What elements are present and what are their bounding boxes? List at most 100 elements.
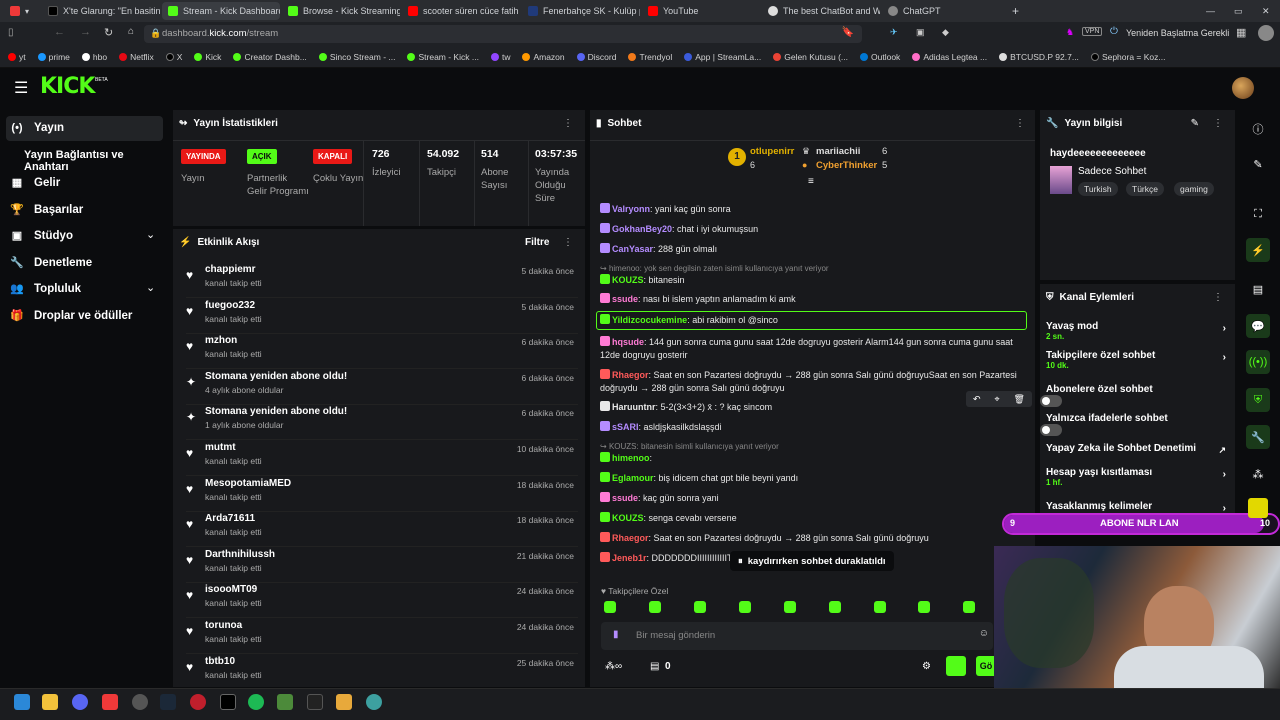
- bookmark-item[interactable]: yt: [8, 52, 26, 62]
- tab-kick-dashboard[interactable]: Stream - Kick Dashboard: [162, 2, 280, 20]
- chat-message[interactable]: GokhanBey20: chat i iyi okumuşsun: [600, 223, 1028, 236]
- bookmark-item[interactable]: X: [165, 52, 182, 62]
- reload-button[interactable]: ↻: [104, 26, 113, 39]
- bookmark-item[interactable]: hbo: [81, 52, 107, 62]
- gift-icon[interactable]: [1248, 498, 1268, 518]
- chat-username[interactable]: himenoo: [612, 453, 650, 463]
- activity-event[interactable]: ♥ fuegoo232 kanalı takip etti 5 dakika ö…: [186, 300, 578, 334]
- slow-mode-row[interactable]: Yavaş mod 2 sn. ›: [1046, 321, 1232, 341]
- tab-youtube[interactable]: YouTube: [642, 2, 760, 20]
- emote-icon[interactable]: [649, 601, 661, 613]
- chat-username[interactable]: CanYasar: [612, 244, 653, 254]
- obs-icon[interactable]: [132, 694, 148, 710]
- sidebar-item-yayin[interactable]: (•) Yayın: [10, 122, 64, 134]
- activity-event[interactable]: ♥ chappiemr kanalı takip etti 5 dakika ö…: [186, 264, 578, 298]
- windows-start-icon[interactable]: [14, 694, 30, 710]
- category-name[interactable]: Sadece Sohbet: [1078, 166, 1146, 177]
- bookmark-item[interactable]: Creator Dashb...: [233, 52, 307, 62]
- top-gifter-name[interactable]: otlupenirr: [750, 146, 794, 157]
- bookmark-item[interactable]: Adidas Legtea ...: [912, 52, 987, 62]
- url-field[interactable]: 🔒 dashboard.kick.com/stream 🔖: [144, 25, 862, 43]
- connections-icon[interactable]: ⁂∞: [605, 661, 622, 672]
- chat-input[interactable]: ▮ Bir mesaj gönderin ☺: [601, 622, 993, 650]
- sidebar-item-stream-key[interactable]: Yayın Bağlantısı ve Anahtarı: [24, 149, 170, 173]
- riot-icon[interactable]: [190, 694, 206, 710]
- app-icon[interactable]: [366, 694, 382, 710]
- more-options-icon[interactable]: ⋮: [563, 118, 573, 129]
- store-icon[interactable]: ▤: [650, 661, 659, 672]
- spotify-icon[interactable]: [248, 694, 264, 710]
- home-button[interactable]: ⌂: [128, 26, 134, 37]
- chat-username[interactable]: Jeneb1r: [612, 553, 647, 563]
- chat-message[interactable]: ssude: nası bi islem yaptın anlamadım ki…: [600, 293, 1028, 306]
- emote-icon[interactable]: [784, 601, 796, 613]
- user-avatar[interactable]: [1232, 77, 1254, 99]
- tab-chatbot[interactable]: The best ChatBot and Widg: [762, 2, 880, 20]
- chat-message[interactable]: KOUZS: senga cevabı versene: [600, 512, 1028, 525]
- chat-message[interactable]: Eglamour: biş idicem chat gpt bile beyni…: [600, 472, 1028, 485]
- extension-icon[interactable]: ◆: [942, 27, 949, 38]
- sidebar-item-topluluk[interactable]: 👥 Topluluk: [10, 282, 81, 296]
- tab-twitter[interactable]: X'te Glarung: "En basitinde: [42, 2, 160, 20]
- minimize-button[interactable]: —: [1200, 2, 1216, 20]
- shield-icon[interactable]: ⛨: [1246, 388, 1270, 412]
- activity-event[interactable]: ♥ MesopotamiaMED kanalı takip etti 18 da…: [186, 478, 578, 512]
- reply-icon[interactable]: ↶: [973, 394, 981, 405]
- kick-emote-button[interactable]: [946, 656, 966, 676]
- emote-icon[interactable]: [963, 601, 975, 613]
- banned-words-row[interactable]: Yasaklanmış kelimeler ›: [1046, 501, 1232, 514]
- top-gifter-name[interactable]: CyberThinker: [816, 160, 877, 171]
- activity-event[interactable]: ♥ mutmt kanalı takip etti 10 dakika önce: [186, 442, 578, 476]
- hamburger-menu-icon[interactable]: ☰: [14, 78, 28, 98]
- chat-message[interactable]: Haruuntnr: 5-2(3×3+2) x̄ : ? kaç sincom: [600, 401, 1028, 414]
- chat-username[interactable]: Rhaegor: [612, 533, 649, 543]
- chat-username[interactable]: Rhaegor: [612, 370, 649, 380]
- chat-bubble-icon[interactable]: 💬: [1246, 314, 1270, 338]
- edit-pencil-icon[interactable]: ✎: [1246, 152, 1270, 176]
- panel-toggle-icon[interactable]: ▯: [8, 27, 14, 38]
- chat-paused-banner[interactable]: ⏸ kaydırırken sohbet duraklatıldı: [730, 551, 894, 571]
- top-gifter-name[interactable]: mariiachii: [816, 146, 860, 157]
- more-options-icon[interactable]: ⋮: [1213, 292, 1223, 303]
- tab-kick-browse[interactable]: Browse - Kick Streaming: [282, 2, 400, 20]
- chat-username[interactable]: ssude: [612, 493, 638, 503]
- chevron-down-icon[interactable]: ⌄: [146, 228, 155, 241]
- chat-username[interactable]: KOUZS: [612, 513, 644, 523]
- chat-username[interactable]: hqsude: [612, 337, 644, 347]
- emote-icon[interactable]: [739, 601, 751, 613]
- activity-event[interactable]: ✦ Stomana yeniden abone oldu! 1 aylık ab…: [186, 406, 578, 441]
- bookmark-item[interactable]: Gelen Kutusu (...: [773, 52, 848, 62]
- activity-event[interactable]: ♥ Darthnihilussh kanalı takip etti 21 da…: [186, 549, 578, 583]
- maximize-button[interactable]: ▭: [1228, 2, 1244, 20]
- chat-message[interactable]: ssude: kaç gün sonra yani: [600, 492, 1028, 505]
- tab-youtube-scooter[interactable]: scooter süren cüce fatih ter: [402, 2, 520, 20]
- chat-message[interactable]: himenoo:: [600, 452, 1028, 465]
- bookmark-item[interactable]: Stream - Kick ...: [407, 52, 479, 62]
- sidebar-item-basarilar[interactable]: 🏆 Başarılar: [10, 203, 83, 217]
- minecraft-icon[interactable]: [277, 694, 293, 710]
- sidebar-item-denetleme[interactable]: 🔧 Denetleme: [10, 256, 92, 270]
- file-explorer-icon[interactable]: [42, 694, 58, 710]
- chat-message[interactable]: sSARI: asldjşkasilkdslaşşdi: [600, 421, 1028, 434]
- discord-icon[interactable]: [72, 694, 88, 710]
- chat-message[interactable]: hqsude: 144 gun sonra cuma gunu saat 12d…: [600, 336, 1028, 362]
- sidebar-item-gelir[interactable]: ▦ Gelir: [10, 176, 60, 190]
- more-options-icon[interactable]: ⋮: [1015, 118, 1025, 129]
- extensions-menu-icon[interactable]: ▦: [1236, 26, 1246, 39]
- bookmark-item[interactable]: Sephora = Koz...: [1090, 52, 1166, 62]
- bookmark-item[interactable]: prime: [37, 52, 70, 62]
- bookmark-item[interactable]: Sinco Stream - ...: [318, 52, 395, 62]
- emote-icon[interactable]: [604, 601, 616, 613]
- pin-icon[interactable]: ⌖: [995, 394, 1000, 405]
- bookmark-item[interactable]: Amazon: [522, 52, 565, 62]
- chat-message[interactable]: KOUZS: bitanesin: [600, 274, 1028, 287]
- bookmark-item[interactable]: Netflix: [119, 52, 154, 62]
- chat-username[interactable]: ssude: [612, 294, 638, 304]
- edit-pencil-icon[interactable]: ✎: [1191, 118, 1199, 129]
- ai-moderation-row[interactable]: Yapay Zeka ile Sohbet Denetimi ↗: [1046, 443, 1232, 455]
- chevron-down-icon[interactable]: ⌄: [146, 281, 155, 294]
- close-window-button[interactable]: ✕: [1256, 2, 1272, 20]
- chat-username[interactable]: Valryonn: [612, 204, 650, 214]
- info-icon[interactable]: ⓘ: [1246, 117, 1270, 141]
- bookmark-item[interactable]: App | StreamLa...: [684, 52, 761, 62]
